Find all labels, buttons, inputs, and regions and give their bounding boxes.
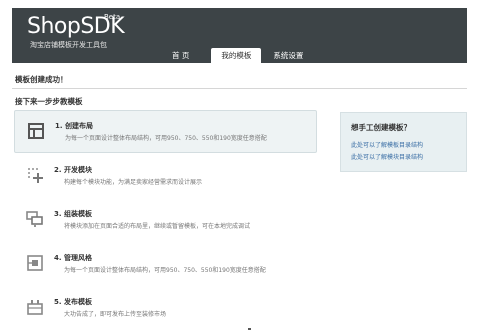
step-description: 为每一个页面设计整体布局结构，可用950、750、550和190宽度任意搭配 xyxy=(64,267,266,274)
scroll-marker xyxy=(248,328,251,330)
step-title: 3. 组装模板 xyxy=(54,210,92,218)
step-assemble-template[interactable]: 3. 组装模板 将模块添加在页面合适的布局里，继续或暂留模板，可在本地完成调试 xyxy=(14,199,317,242)
style-icon xyxy=(27,255,43,271)
step-title: 4. 管理风格 xyxy=(54,254,92,262)
tab-my-templates[interactable]: 我的模板 xyxy=(211,48,262,63)
layout-icon xyxy=(28,123,44,139)
manual-create-help: 想手工创建模板？ 此处可以了解模板目录结构 此处可以了解模块目录结构 xyxy=(340,112,467,172)
step-create-layout[interactable]: 1. 创建布局 为每一个页面设计整体布局结构，可用950、750、550和190… xyxy=(14,110,317,153)
tab-settings[interactable]: 系统设置 xyxy=(263,48,313,63)
step-title: 2. 开发模块 xyxy=(54,166,92,174)
success-message: 模板创建成功！ xyxy=(15,75,68,84)
step-title: 1. 创建布局 xyxy=(55,122,93,130)
app-header: ShopSDK Beta 淘宝店铺模板开发工具包 首 页 我的模板 系统设置 xyxy=(12,8,467,63)
main-nav: 首 页 我的模板 系统设置 xyxy=(162,48,313,63)
step-develop-module[interactable]: 2. 开发模块 构建每个模块功能，为满足卖家经营需求而设计展示 xyxy=(14,155,317,198)
step-description: 将模块添加在页面合适的布局里，继续或暂留模板，可在本地完成调试 xyxy=(64,223,251,230)
step-description: 大功告成了，即可发布上传至装修市场 xyxy=(64,311,167,318)
add-module-icon xyxy=(28,168,43,183)
help-title: 想手工创建模板？ xyxy=(351,123,411,132)
publish-icon xyxy=(27,300,43,315)
divider xyxy=(12,88,467,89)
tab-home[interactable]: 首 页 xyxy=(162,48,199,63)
module-structure-link[interactable]: 此处可以了解模块目录结构 xyxy=(351,152,423,161)
next-steps-title: 接下来一步步教模板 xyxy=(15,97,83,106)
template-structure-link[interactable]: 此处可以了解模板目录结构 xyxy=(351,140,423,149)
step-manage-style[interactable]: 4. 管理风格 为每一个页面设计整体布局结构，可用950、750、550和190… xyxy=(14,243,317,286)
step-title: 5. 发布模板 xyxy=(54,298,92,306)
beta-badge: Beta xyxy=(104,13,121,21)
step-description: 为每一个页面设计整体布局结构，可用950、750、550和190宽度任意搭配 xyxy=(65,135,267,142)
step-description: 构建每个模块功能，为满足卖家经营需求而设计展示 xyxy=(64,179,203,186)
step-publish-template[interactable]: 5. 发布模板 大功告成了，即可发布上传至装修市场 xyxy=(14,287,317,330)
tagline: 淘宝店铺模板开发工具包 xyxy=(30,41,107,49)
assemble-icon xyxy=(26,211,43,227)
